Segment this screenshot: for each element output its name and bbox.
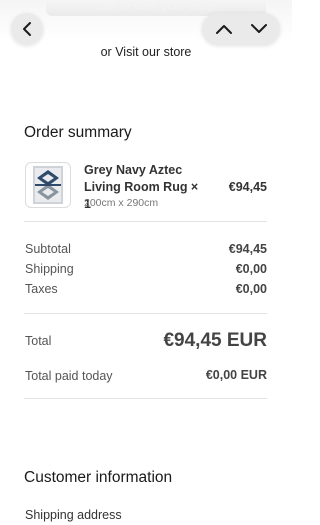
shipping-value: €0,00 <box>235 262 267 276</box>
total-value: €94,45 EUR <box>163 330 267 351</box>
chevron-up-icon[interactable] <box>215 23 233 35</box>
visit-store-label[interactable]: or Visit our store <box>101 45 192 59</box>
product-price: €94,45 <box>228 180 267 194</box>
chevron-down-icon[interactable] <box>250 23 268 35</box>
total-label: Total <box>25 334 52 348</box>
visit-store-text[interactable]: or Visit our store <box>0 45 292 59</box>
shipping-address-label: Shipping address <box>25 508 122 522</box>
divider <box>24 313 267 314</box>
product-variant: 200cm x 290cm <box>84 197 159 209</box>
subtotal-label: Subtotal <box>25 242 71 256</box>
customer-information-title: Customer information <box>24 469 173 486</box>
page-navigation-control <box>202 13 280 45</box>
total-paid-value: €0,00 EUR <box>205 368 267 382</box>
total-paid-label: Total paid today <box>25 369 113 383</box>
chevron-left-icon <box>21 21 33 37</box>
subtotal-value: €94,45 <box>228 242 267 256</box>
product-thumbnail <box>25 162 71 208</box>
rug-image <box>33 166 63 204</box>
order-summary-title: Order summary <box>24 124 132 141</box>
taxes-label: Taxes <box>25 282 58 296</box>
shipping-label: Shipping <box>25 262 74 276</box>
taxes-value: €0,00 <box>235 282 267 296</box>
divider <box>24 398 267 399</box>
back-button[interactable] <box>11 13 43 45</box>
divider <box>24 221 267 222</box>
